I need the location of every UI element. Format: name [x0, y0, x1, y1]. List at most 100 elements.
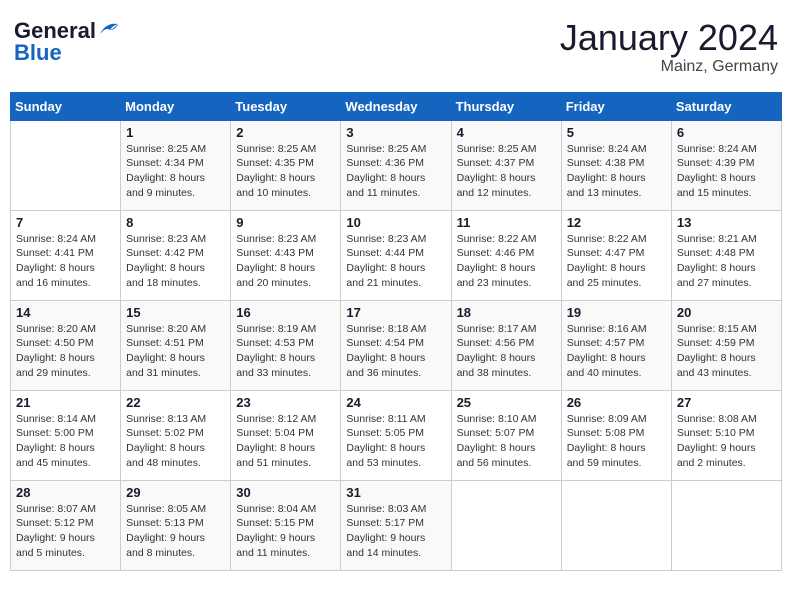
day-info: Sunrise: 8:20 AM Sunset: 4:50 PM Dayligh…: [16, 322, 115, 381]
calendar-cell: 26 Sunrise: 8:09 AM Sunset: 5:08 PM Dayli…: [561, 390, 671, 480]
day-number: 16: [236, 305, 335, 320]
calendar-cell: 23 Sunrise: 8:12 AM Sunset: 5:04 PM Dayli…: [231, 390, 341, 480]
day-info: Sunrise: 8:03 AM Sunset: 5:17 PM Dayligh…: [346, 502, 445, 561]
calendar-cell: 31 Sunrise: 8:03 AM Sunset: 5:17 PM Dayli…: [341, 480, 451, 570]
day-number: 24: [346, 395, 445, 410]
calendar-cell: 21 Sunrise: 8:14 AM Sunset: 5:00 PM Dayli…: [11, 390, 121, 480]
day-number: 22: [126, 395, 225, 410]
calendar-cell: [561, 480, 671, 570]
day-info: Sunrise: 8:17 AM Sunset: 4:56 PM Dayligh…: [457, 322, 556, 381]
logo: General Blue: [14, 18, 120, 66]
weekday-header-thursday: Thursday: [451, 92, 561, 120]
day-number: 10: [346, 215, 445, 230]
day-number: 1: [126, 125, 225, 140]
month-title: January 2024: [560, 18, 778, 58]
day-info: Sunrise: 8:05 AM Sunset: 5:13 PM Dayligh…: [126, 502, 225, 561]
calendar-cell: [451, 480, 561, 570]
calendar-cell: 12Sunrise: 8:22 AM Sunset: 4:47 PM Dayli…: [561, 210, 671, 300]
calendar-cell: 17 Sunrise: 8:18 AM Sunset: 4:54 PM Dayli…: [341, 300, 451, 390]
calendar-cell: 20 Sunrise: 8:15 AM Sunset: 4:59 PM Dayli…: [671, 300, 781, 390]
day-number: 2: [236, 125, 335, 140]
day-info: Sunrise: 8:24 AM Sunset: 4:38 PM Dayligh…: [567, 142, 666, 201]
calendar-cell: 10 Sunrise: 8:23 AM Sunset: 4:44 PM Dayli…: [341, 210, 451, 300]
calendar-cell: 2 Sunrise: 8:25 AM Sunset: 4:35 PM Daylig…: [231, 120, 341, 210]
day-number: 27: [677, 395, 776, 410]
day-info: Sunrise: 8:25 AM Sunset: 4:36 PM Dayligh…: [346, 142, 445, 201]
day-number: 4: [457, 125, 556, 140]
day-number: 13: [677, 215, 776, 230]
day-info: Sunrise: 8:22 AM Sunset: 4:46 PM Dayligh…: [457, 232, 556, 291]
calendar-cell: 8Sunrise: 8:23 AM Sunset: 4:42 PM Daylig…: [121, 210, 231, 300]
day-info: Sunrise: 8:15 AM Sunset: 4:59 PM Dayligh…: [677, 322, 776, 381]
calendar-cell: 13 Sunrise: 8:21 AM Sunset: 4:48 PM Dayli…: [671, 210, 781, 300]
day-info: Sunrise: 8:19 AM Sunset: 4:53 PM Dayligh…: [236, 322, 335, 381]
calendar-cell: 7 Sunrise: 8:24 AM Sunset: 4:41 PM Daylig…: [11, 210, 121, 300]
day-info: Sunrise: 8:24 AM Sunset: 4:39 PM Dayligh…: [677, 142, 776, 201]
calendar-cell: [671, 480, 781, 570]
weekday-header-friday: Friday: [561, 92, 671, 120]
weekday-header-monday: Monday: [121, 92, 231, 120]
calendar-cell: 22 Sunrise: 8:13 AM Sunset: 5:02 PM Dayli…: [121, 390, 231, 480]
calendar-cell: 3 Sunrise: 8:25 AM Sunset: 4:36 PM Daylig…: [341, 120, 451, 210]
day-number: 28: [16, 485, 115, 500]
calendar-cell: [11, 120, 121, 210]
calendar-cell: 18 Sunrise: 8:17 AM Sunset: 4:56 PM Dayli…: [451, 300, 561, 390]
day-number: 17: [346, 305, 445, 320]
day-info: Sunrise: 8:21 AM Sunset: 4:48 PM Dayligh…: [677, 232, 776, 291]
day-number: 11: [457, 215, 556, 230]
day-info: Sunrise: 8:23 AM Sunset: 4:42 PM Dayligh…: [126, 232, 225, 291]
day-number: 21: [16, 395, 115, 410]
day-number: 30: [236, 485, 335, 500]
calendar-cell: 16 Sunrise: 8:19 AM Sunset: 4:53 PM Dayli…: [231, 300, 341, 390]
day-number: 20: [677, 305, 776, 320]
day-info: Sunrise: 8:25 AM Sunset: 4:35 PM Dayligh…: [236, 142, 335, 201]
day-number: 3: [346, 125, 445, 140]
day-number: 15: [126, 305, 225, 320]
calendar-table: SundayMondayTuesdayWednesdayThursdayFrid…: [10, 92, 782, 571]
calendar-cell: 24 Sunrise: 8:11 AM Sunset: 5:05 PM Dayli…: [341, 390, 451, 480]
day-info: Sunrise: 8:24 AM Sunset: 4:41 PM Dayligh…: [16, 232, 115, 291]
day-info: Sunrise: 8:22 AM Sunset: 4:47 PM Dayligh…: [567, 232, 666, 291]
day-number: 26: [567, 395, 666, 410]
day-number: 5: [567, 125, 666, 140]
day-number: 23: [236, 395, 335, 410]
day-info: Sunrise: 8:25 AM Sunset: 4:34 PM Dayligh…: [126, 142, 225, 201]
day-info: Sunrise: 8:20 AM Sunset: 4:51 PM Dayligh…: [126, 322, 225, 381]
weekday-header-sunday: Sunday: [11, 92, 121, 120]
calendar-cell: 29 Sunrise: 8:05 AM Sunset: 5:13 PM Dayli…: [121, 480, 231, 570]
day-number: 25: [457, 395, 556, 410]
day-info: Sunrise: 8:18 AM Sunset: 4:54 PM Dayligh…: [346, 322, 445, 381]
day-number: 31: [346, 485, 445, 500]
day-number: 18: [457, 305, 556, 320]
location: Mainz, Germany: [560, 58, 778, 76]
calendar-cell: 1 Sunrise: 8:25 AM Sunset: 4:34 PM Daylig…: [121, 120, 231, 210]
calendar-cell: 28 Sunrise: 8:07 AM Sunset: 5:12 PM Dayli…: [11, 480, 121, 570]
calendar-cell: 9 Sunrise: 8:23 AM Sunset: 4:43 PM Daylig…: [231, 210, 341, 300]
calendar-cell: 25 Sunrise: 8:10 AM Sunset: 5:07 PM Dayli…: [451, 390, 561, 480]
day-info: Sunrise: 8:23 AM Sunset: 4:44 PM Dayligh…: [346, 232, 445, 291]
day-info: Sunrise: 8:11 AM Sunset: 5:05 PM Dayligh…: [346, 412, 445, 471]
day-number: 9: [236, 215, 335, 230]
day-info: Sunrise: 8:13 AM Sunset: 5:02 PM Dayligh…: [126, 412, 225, 471]
day-info: Sunrise: 8:10 AM Sunset: 5:07 PM Dayligh…: [457, 412, 556, 471]
logo-blue: Blue: [14, 40, 62, 66]
day-number: 7: [16, 215, 115, 230]
calendar-cell: 19Sunrise: 8:16 AM Sunset: 4:57 PM Dayli…: [561, 300, 671, 390]
logo-bird-icon: [98, 20, 120, 38]
day-number: 14: [16, 305, 115, 320]
calendar-cell: 6Sunrise: 8:24 AM Sunset: 4:39 PM Daylig…: [671, 120, 781, 210]
day-info: Sunrise: 8:14 AM Sunset: 5:00 PM Dayligh…: [16, 412, 115, 471]
weekday-header-saturday: Saturday: [671, 92, 781, 120]
calendar-cell: 11 Sunrise: 8:22 AM Sunset: 4:46 PM Dayli…: [451, 210, 561, 300]
day-info: Sunrise: 8:25 AM Sunset: 4:37 PM Dayligh…: [457, 142, 556, 201]
day-info: Sunrise: 8:04 AM Sunset: 5:15 PM Dayligh…: [236, 502, 335, 561]
day-info: Sunrise: 8:23 AM Sunset: 4:43 PM Dayligh…: [236, 232, 335, 291]
day-info: Sunrise: 8:08 AM Sunset: 5:10 PM Dayligh…: [677, 412, 776, 471]
day-info: Sunrise: 8:07 AM Sunset: 5:12 PM Dayligh…: [16, 502, 115, 561]
calendar-cell: 14 Sunrise: 8:20 AM Sunset: 4:50 PM Dayli…: [11, 300, 121, 390]
day-info: Sunrise: 8:09 AM Sunset: 5:08 PM Dayligh…: [567, 412, 666, 471]
day-number: 19: [567, 305, 666, 320]
day-number: 29: [126, 485, 225, 500]
day-info: Sunrise: 8:12 AM Sunset: 5:04 PM Dayligh…: [236, 412, 335, 471]
weekday-header-tuesday: Tuesday: [231, 92, 341, 120]
